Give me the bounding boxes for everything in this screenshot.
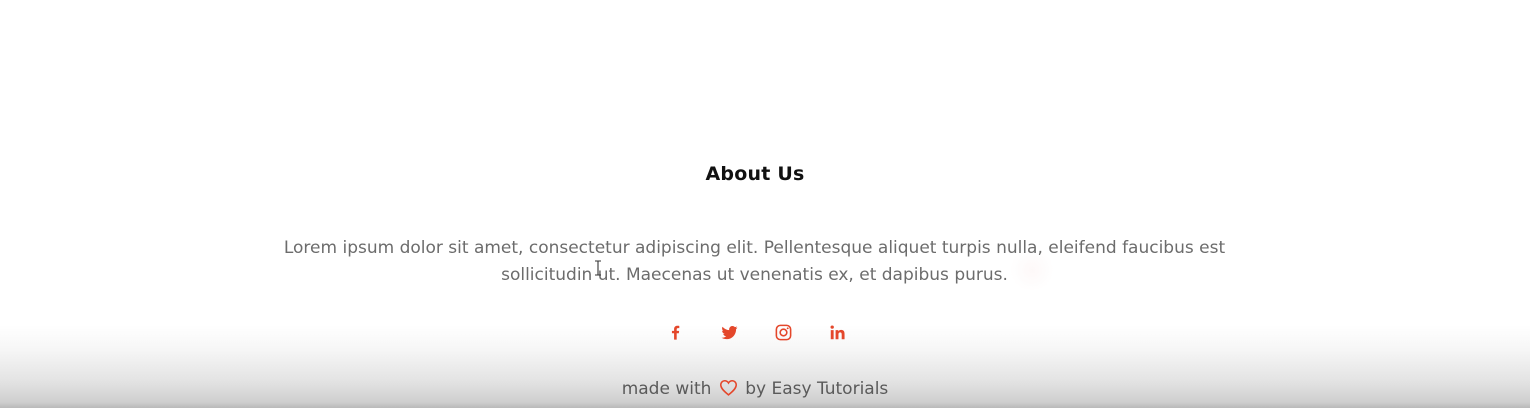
credit-prefix: made with [621, 379, 712, 399]
twitter-link[interactable] [719, 320, 739, 344]
faint-decoration [1008, 250, 1056, 290]
instagram-icon [775, 324, 791, 340]
twitter-icon [720, 325, 738, 339]
linkedin-icon [830, 324, 845, 339]
linkedin-link[interactable] [827, 320, 847, 344]
facebook-icon [671, 325, 679, 340]
social-links [0, 320, 1510, 344]
about-text: Lorem ipsum dolor sit amet, consectetur … [283, 238, 1226, 285]
footer-page: About Us Lorem ipsum dolor sit amet, con… [0, 0, 1530, 408]
credit-suffix: by Easy Tutorials [745, 379, 889, 399]
about-title: About Us [705, 163, 805, 185]
facebook-link[interactable] [665, 320, 685, 344]
heart-icon [719, 380, 737, 396]
instagram-link[interactable] [773, 320, 793, 344]
text-cursor-icon [595, 260, 601, 276]
footer-credit: made with by Easy Tutorials [0, 379, 1510, 399]
